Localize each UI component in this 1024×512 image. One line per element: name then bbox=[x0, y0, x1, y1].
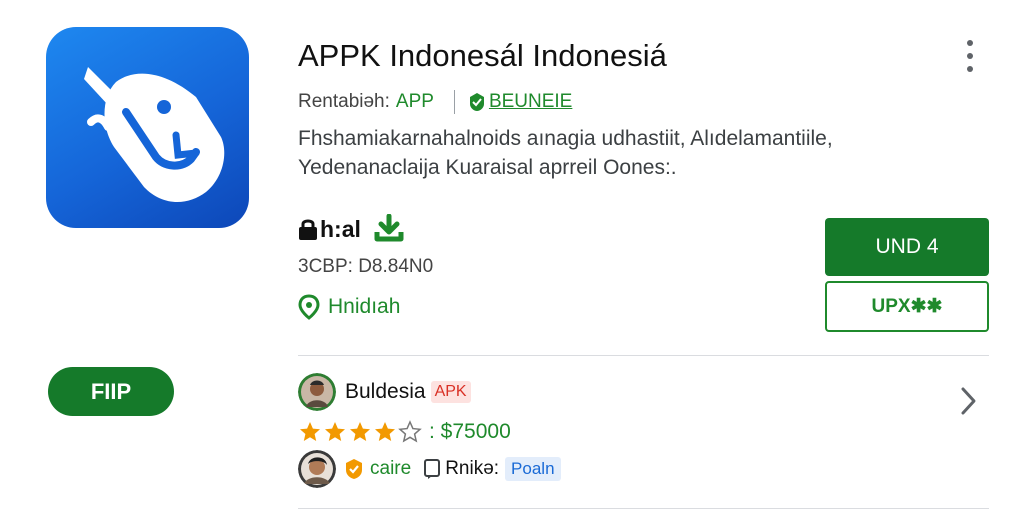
location-pin-icon bbox=[298, 294, 320, 320]
star-icon bbox=[375, 422, 395, 441]
reviewer-name: Buldesia bbox=[345, 380, 426, 403]
developer-badge-icon bbox=[469, 93, 484, 111]
app-detail-page: APPK Indonesál Indonesiá Rentabiəh: APP … bbox=[0, 0, 1024, 512]
chat-icon bbox=[423, 458, 441, 480]
rating-row: : $75000 bbox=[298, 418, 511, 446]
install-button[interactable]: UND 4 bbox=[825, 218, 989, 276]
star-icon bbox=[350, 422, 370, 441]
update-button[interactable]: UPX✱✱ bbox=[825, 281, 989, 332]
description-line: Fhshamiakarnahalnoids aınagia udhastiit,… bbox=[298, 127, 833, 150]
divider bbox=[298, 508, 989, 509]
meta-row: Rentabiəh: APP BEUNEIE bbox=[298, 89, 572, 115]
app-description: Fhshamiakarnahalnoids aınagia udhastiit,… bbox=[298, 124, 918, 182]
rating-label: Rnikə: bbox=[445, 458, 500, 479]
category-link[interactable]: APP bbox=[396, 91, 434, 113]
app-icon bbox=[46, 27, 249, 228]
rating-label: Rentabiəh: bbox=[298, 91, 390, 112]
star-icon bbox=[325, 422, 345, 441]
verified-badge-icon bbox=[344, 458, 364, 480]
luggage-tag-icon bbox=[84, 67, 225, 203]
tag-badge: Poaln bbox=[505, 457, 561, 481]
app-title: APPK Indonesál Indonesiá bbox=[298, 38, 667, 73]
star-icon bbox=[300, 422, 320, 441]
review-header[interactable]: Buldesia APK bbox=[298, 372, 471, 412]
developer-name: BEUNEIE bbox=[488, 91, 573, 112]
avatar bbox=[298, 373, 336, 411]
download-icon[interactable] bbox=[373, 214, 405, 244]
location-row[interactable]: Hnidıah bbox=[298, 294, 400, 320]
chevron-right-icon[interactable] bbox=[958, 386, 978, 416]
price-text: : $75000 bbox=[429, 420, 511, 443]
review-meta-row: caire Rnikə: Poaln bbox=[298, 449, 561, 489]
meta-divider bbox=[453, 90, 455, 114]
location-label: Hnidıah bbox=[328, 295, 401, 318]
divider bbox=[298, 355, 989, 356]
care-label: caire bbox=[370, 458, 412, 479]
more-options-button[interactable] bbox=[955, 38, 985, 74]
stat-label: h:al bbox=[320, 215, 361, 242]
stat-row: h:al bbox=[298, 214, 405, 244]
lock-icon bbox=[299, 219, 317, 240]
apk-badge: APK bbox=[430, 381, 471, 403]
size-info: 3CBP: D8.84N0 bbox=[298, 256, 434, 277]
more-vert-icon bbox=[967, 40, 973, 46]
pill-button[interactable]: FIIP bbox=[48, 367, 174, 416]
star-rating bbox=[298, 420, 423, 444]
star-icon bbox=[398, 420, 422, 443]
avatar bbox=[298, 450, 336, 488]
description-line: Yedenanaclaija Kuaraisal aprreil Oones:. bbox=[298, 156, 677, 179]
developer-link[interactable]: BEUNEIE bbox=[469, 91, 572, 113]
